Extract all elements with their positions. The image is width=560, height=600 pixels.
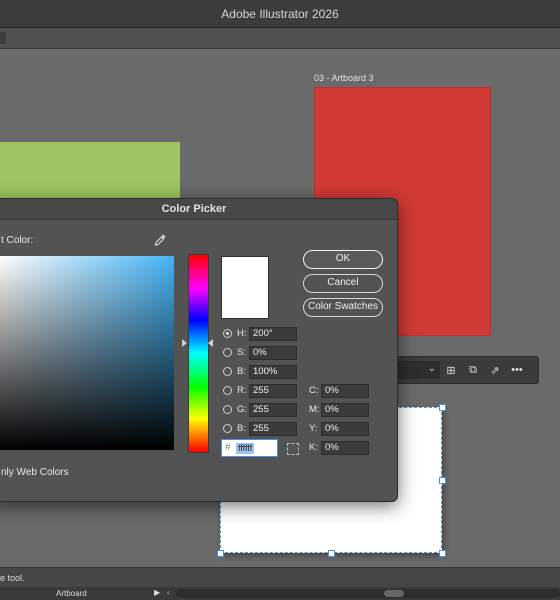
blue-input[interactable]: 255 — [249, 422, 297, 436]
red-row: R: 255 — [223, 384, 303, 399]
green-radio[interactable] — [223, 405, 232, 414]
cyan-input[interactable]: 0% — [321, 384, 369, 398]
color-swatches-button[interactable]: Color Swatches — [303, 298, 383, 317]
green-label: G: — [237, 404, 248, 415]
black-row: K: 0% — [309, 441, 379, 456]
horizontal-scrollbar[interactable] — [176, 589, 560, 598]
status-text: e tool. — [0, 573, 25, 583]
cancel-button[interactable]: Cancel — [303, 274, 383, 293]
status-bar: e tool. — [0, 567, 560, 588]
blue-row: B: 255 — [223, 422, 303, 437]
scroll-left-icon[interactable]: ‹ — [167, 588, 170, 597]
hue-radio[interactable] — [223, 329, 232, 338]
ok-button[interactable]: OK — [303, 250, 383, 269]
selection-handle[interactable] — [217, 550, 224, 557]
green-row: G: 255 — [223, 403, 303, 418]
yellow-row: Y: 0% — [309, 422, 379, 437]
artboard-navigation-bar: Artboard ▶ ‹ — [0, 587, 560, 600]
play-arrow-icon[interactable]: ▶ — [154, 588, 160, 597]
web-safe-cube-icon[interactable] — [287, 443, 299, 455]
selection-handle[interactable] — [439, 550, 446, 557]
only-web-colors-label[interactable]: nly Web Colors — [1, 467, 69, 478]
saturation-brightness-field[interactable] — [0, 256, 174, 450]
cyan-row: C: 0% — [309, 384, 379, 399]
artboard-nav-label: Artboard — [56, 589, 87, 598]
hex-field[interactable]: # ffffff — [221, 439, 278, 457]
export-icon[interactable]: ⇗ — [484, 364, 506, 377]
yellow-input[interactable]: 0% — [321, 422, 369, 436]
black-input[interactable]: 0% — [321, 441, 369, 455]
duplicate-icon[interactable]: ⧉ — [462, 364, 484, 377]
dialog-title: Color Picker — [0, 199, 397, 220]
hue-slider[interactable] — [188, 254, 209, 453]
red-input[interactable]: 255 — [249, 384, 297, 398]
selection-handle[interactable] — [439, 404, 446, 411]
new-color-preview — [221, 256, 269, 319]
scrollbar-thumb[interactable] — [384, 590, 404, 597]
select-color-label: t Color: — [1, 235, 34, 246]
black-label: K: — [309, 442, 318, 453]
contextual-task-bar: ⌄ ⊞ ⧉ ⇗ ••• — [395, 356, 539, 384]
blue-label: B: — [237, 423, 246, 434]
hue-input[interactable]: 200° — [249, 327, 297, 341]
selection-handle[interactable] — [439, 477, 446, 484]
red-label: R: — [237, 385, 247, 396]
magenta-row: M: 0% — [309, 403, 379, 418]
hue-slider-handle-right[interactable] — [208, 339, 213, 347]
color-picker-dialog: Color Picker t Color: OK Cancel Color Sw… — [0, 198, 398, 502]
yellow-label: Y: — [309, 423, 318, 434]
hex-hash: # — [225, 442, 231, 453]
artboard-green[interactable] — [0, 142, 180, 204]
panel-grip[interactable] — [0, 32, 6, 44]
add-artboard-icon[interactable]: ⊞ — [440, 364, 462, 377]
selection-handle[interactable] — [328, 550, 335, 557]
green-input[interactable]: 255 — [249, 403, 297, 417]
magenta-label: M: — [309, 404, 320, 415]
saturation-radio[interactable] — [223, 348, 232, 357]
hue-label: H: — [237, 328, 247, 339]
blue-radio[interactable] — [223, 424, 232, 433]
artboard-label[interactable]: 03 - Artboard 3 — [314, 73, 374, 83]
saturation-row: S: 0% — [223, 346, 303, 361]
brightness-label: B: — [237, 366, 246, 377]
more-icon[interactable]: ••• — [506, 364, 528, 376]
eyedropper-icon[interactable] — [153, 233, 167, 247]
brightness-radio[interactable] — [223, 367, 232, 376]
chevron-down-icon: ⌄ — [427, 363, 436, 374]
saturation-label: S: — [237, 347, 246, 358]
artboard-dropdown[interactable]: ⌄ — [398, 361, 440, 379]
magenta-input[interactable]: 0% — [321, 403, 369, 417]
brightness-input[interactable]: 100% — [249, 365, 297, 379]
app-title: Adobe Illustrator 2026 — [221, 6, 339, 21]
cyan-label: C: — [309, 385, 319, 396]
hue-row: H: 200° — [223, 327, 303, 342]
brightness-row: B: 100% — [223, 365, 303, 380]
hue-slider-handle-left[interactable] — [182, 339, 187, 347]
hex-input[interactable]: ffffff — [236, 443, 255, 454]
saturation-input[interactable]: 0% — [249, 346, 297, 360]
control-bar — [0, 28, 560, 49]
red-radio[interactable] — [223, 386, 232, 395]
app-titlebar: Adobe Illustrator 2026 — [0, 0, 560, 28]
